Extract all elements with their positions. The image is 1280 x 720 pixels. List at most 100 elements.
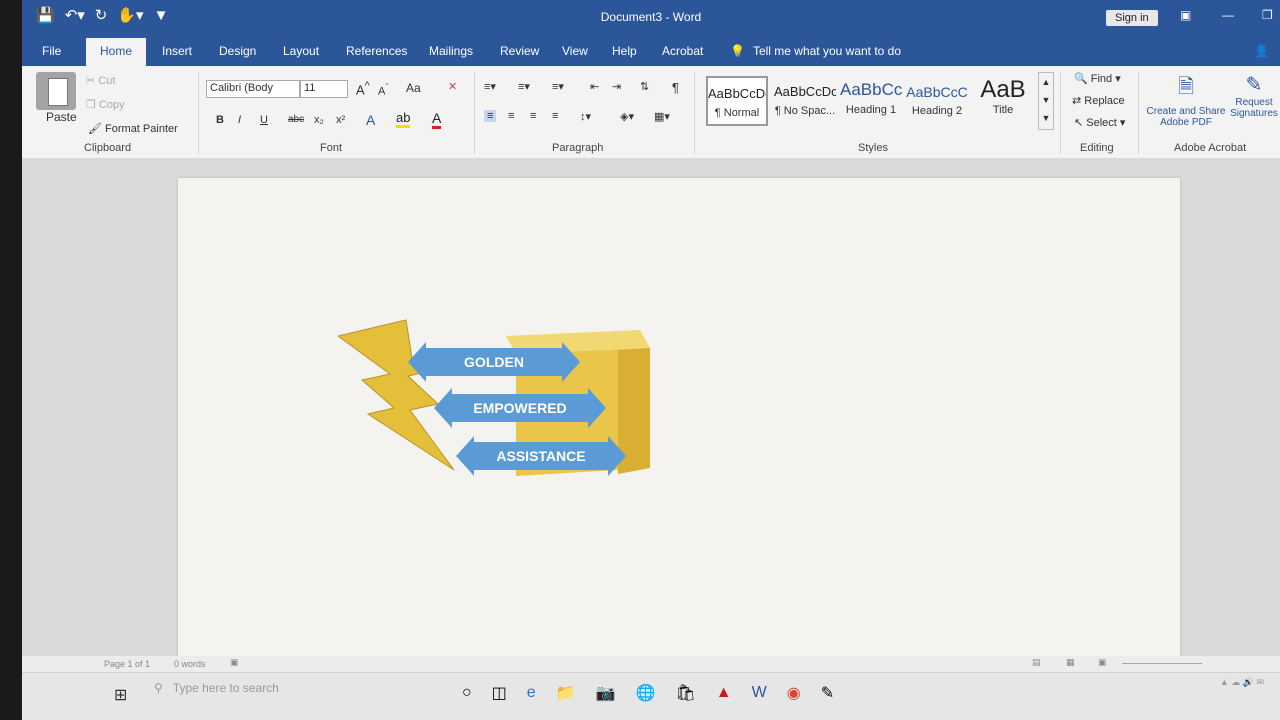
styles-scroll[interactable]: ▲ ▼ ▼ <box>1038 72 1054 130</box>
text-effects-icon[interactable]: A <box>366 112 375 128</box>
clear-formatting-icon[interactable]: ✕ <box>448 80 457 93</box>
tell-me-text: Tell me what you want to do <box>752 44 902 58</box>
subscript-button[interactable]: x₂ <box>314 114 324 126</box>
tab-help[interactable]: Help <box>612 44 637 58</box>
chrome-icon[interactable]: ◉ <box>787 683 801 703</box>
restore-icon[interactable]: ❐ <box>1262 8 1273 22</box>
cortana-icon[interactable]: ○ <box>462 684 472 702</box>
group-divider <box>1060 72 1061 154</box>
tab-acrobat[interactable]: Acrobat <box>662 44 703 58</box>
style-name: ¶ Normal <box>714 107 760 119</box>
group-divider <box>198 72 199 154</box>
document-page[interactable]: GOLDEN EMPOWERED ASSISTANCE <box>178 178 1180 681</box>
search-icon: ⚲ <box>154 681 163 695</box>
format-painter-button[interactable]: 🖌 Format Painter <box>88 122 178 135</box>
tab-review[interactable]: Review <box>500 44 539 58</box>
windows-start-icon[interactable]: ⊞ <box>114 685 127 705</box>
underline-button[interactable]: U <box>260 114 268 126</box>
style-title[interactable]: AaB Title <box>972 76 1034 126</box>
style-normal[interactable]: AaBbCcDc ¶ Normal <box>706 76 768 126</box>
cut-button[interactable]: ✂ Cut <box>86 74 115 87</box>
read-mode-icon[interactable]: ▤ <box>1032 657 1041 668</box>
page-count[interactable]: Page 1 of 1 <box>104 659 150 669</box>
superscript-button[interactable]: x² <box>336 114 345 126</box>
numbering-icon[interactable]: ≡▾ <box>518 80 530 93</box>
create-share-pdf-button[interactable]: 🗎 Create and Share Adobe PDF <box>1146 72 1226 128</box>
tab-view[interactable]: View <box>562 44 588 58</box>
change-case-button[interactable]: Aa <box>406 81 421 95</box>
share-icon[interactable]: 👤 <box>1254 44 1269 58</box>
ribbon-display-options-icon[interactable]: ▣ <box>1180 8 1191 22</box>
tab-mailings[interactable]: Mailings <box>429 44 473 58</box>
style-heading-2[interactable]: AaBbCcC Heading 2 <box>906 76 968 126</box>
shading-icon[interactable]: ◈▾ <box>620 110 634 123</box>
word-count[interactable]: 0 words <box>174 659 206 669</box>
style-no-spacing[interactable]: AaBbCcDc ¶ No Spac... <box>774 76 836 126</box>
style-sample: AaBbCcDc <box>708 86 766 101</box>
decrease-indent-icon[interactable]: ⇤ <box>590 80 599 93</box>
task-view-icon[interactable]: ◫ <box>492 683 507 703</box>
align-center-icon[interactable]: ≡ <box>508 110 514 122</box>
lightbulb-icon: 💡 <box>730 44 745 58</box>
tab-references[interactable]: References <box>346 44 407 58</box>
pen-icon[interactable]: ✎ <box>821 683 834 703</box>
format-painter-label: Format Painter <box>105 123 178 135</box>
tab-insert[interactable]: Insert <box>162 44 192 58</box>
tab-design[interactable]: Design <box>219 44 256 58</box>
globe-icon[interactable]: 🌐 <box>636 683 656 703</box>
grow-font-icon[interactable]: A^ <box>356 80 370 97</box>
edge-icon[interactable]: e <box>527 684 536 702</box>
borders-icon[interactable]: ▦▾ <box>654 110 670 123</box>
sort-icon[interactable]: ⇅ <box>640 80 649 93</box>
search-icon: 🔍 <box>1074 73 1088 85</box>
increase-indent-icon[interactable]: ⇥ <box>612 80 621 93</box>
style-sample: AaBbCcC <box>906 84 968 100</box>
web-layout-icon[interactable]: ▣ <box>1098 657 1107 668</box>
replace-button[interactable]: ⇄ Replace <box>1072 94 1125 107</box>
replace-icon: ⇄ <box>1072 95 1082 107</box>
tell-me-box[interactable]: 💡 Tell me what you want to do <box>730 44 901 58</box>
tab-home[interactable]: Home <box>86 38 147 66</box>
tray-icons[interactable]: ▲ ☁ 🔊 ✉ <box>1220 677 1264 687</box>
tab-layout[interactable]: Layout <box>283 44 319 58</box>
line-spacing-icon[interactable]: ↕▾ <box>580 110 591 123</box>
align-left-icon[interactable]: ≡ <box>484 110 497 122</box>
document-area[interactable]: GOLDEN EMPOWERED ASSISTANCE <box>22 158 1280 681</box>
word-icon[interactable]: W <box>752 684 767 702</box>
strikethrough-button[interactable]: abc <box>288 114 304 125</box>
sign-in-button[interactable]: Sign in <box>1106 10 1158 26</box>
request-signatures-button[interactable]: ✎ Request Signatures <box>1228 72 1280 119</box>
zoom-slider[interactable] <box>1122 663 1202 664</box>
bold-button[interactable]: B <box>216 114 224 126</box>
copy-button[interactable]: ❐ Copy <box>86 98 125 111</box>
font-group-label: Font <box>320 142 343 154</box>
font-color-icon[interactable]: A <box>432 110 442 129</box>
taskbar-search-box[interactable]: ⚲ Type here to search <box>154 681 279 695</box>
file-explorer-icon[interactable]: 📁 <box>556 683 576 703</box>
font-name-dropdown[interactable]: Calibri (Body <box>206 80 300 98</box>
font-size-dropdown[interactable]: 11 <box>300 80 348 98</box>
show-marks-button[interactable]: ¶ <box>672 80 679 95</box>
minimize-icon[interactable]: — <box>1222 8 1234 22</box>
highlight-icon[interactable]: ab <box>396 110 411 128</box>
print-layout-icon[interactable]: ▦ <box>1066 657 1075 668</box>
align-right-icon[interactable]: ≡ <box>530 110 536 122</box>
italic-button[interactable]: I <box>238 114 241 126</box>
bullets-icon[interactable]: ≡▾ <box>484 80 496 93</box>
paste-button[interactable]: Paste <box>46 110 77 124</box>
select-button[interactable]: ↖ Select ▾ <box>1074 116 1125 129</box>
find-button[interactable]: 🔍 Find ▾ <box>1074 72 1121 85</box>
shrink-font-icon[interactable]: Aˇ <box>378 82 388 98</box>
acrobat-icon[interactable]: ▲ <box>716 684 732 702</box>
camera-icon[interactable]: 📷 <box>596 683 616 703</box>
paste-icon[interactable] <box>36 72 76 110</box>
golden-empowered-assistance-graphic[interactable]: GOLDEN EMPOWERED ASSISTANCE <box>338 318 660 498</box>
proofing-icon[interactable]: ▣ <box>230 657 239 668</box>
store-icon[interactable]: 🛍 <box>675 683 695 703</box>
window-title: Document3 - Word <box>600 10 702 24</box>
style-heading-1[interactable]: AaBbCc Heading 1 <box>840 76 902 126</box>
tab-file[interactable]: File <box>42 44 61 58</box>
multilevel-list-icon[interactable]: ≡▾ <box>552 80 564 93</box>
copy-label: Copy <box>98 99 125 111</box>
justify-icon[interactable]: ≡ <box>552 110 558 122</box>
